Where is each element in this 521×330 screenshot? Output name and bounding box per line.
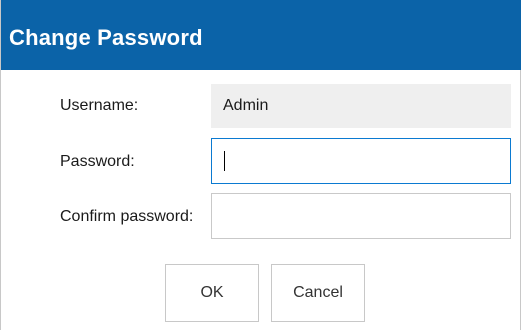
username-field: Admin: [211, 84, 511, 128]
dialog-title-bar: Change Password: [1, 0, 521, 70]
password-label: Password:: [60, 153, 135, 170]
dialog-title: Change Password: [9, 25, 203, 50]
confirm-password-field[interactable]: [211, 193, 511, 239]
password-field[interactable]: [211, 138, 511, 184]
text-caret: [224, 151, 225, 171]
username-label: Username:: [60, 97, 139, 114]
cancel-button[interactable]: Cancel: [271, 264, 365, 322]
confirm-password-label: Confirm password:: [60, 208, 194, 225]
ok-button[interactable]: OK: [165, 264, 259, 322]
username-value: Admin: [223, 97, 269, 114]
change-password-dialog: Change Password Username: Admin Password…: [0, 0, 521, 330]
